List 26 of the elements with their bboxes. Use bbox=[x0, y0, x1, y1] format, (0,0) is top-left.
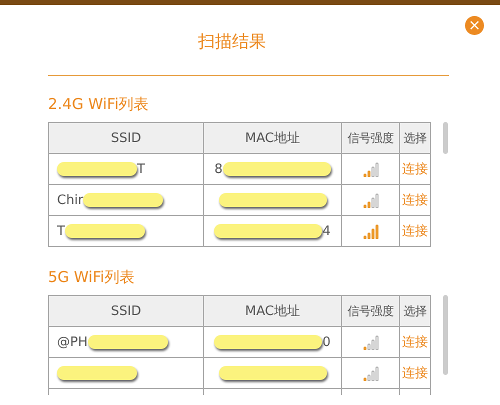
scrollbar-thumb[interactable] bbox=[443, 295, 448, 375]
column-header: MAC地址 bbox=[204, 122, 342, 154]
signal-icon bbox=[362, 334, 378, 350]
column-header: 信号强度 bbox=[342, 122, 400, 154]
signal-icon bbox=[362, 223, 378, 239]
signal-icon bbox=[362, 161, 378, 177]
ssid-text: T bbox=[57, 224, 65, 238]
mac-text: 0 bbox=[322, 334, 331, 350]
column-header: SSID bbox=[48, 296, 204, 326]
signal-icon bbox=[362, 365, 378, 381]
column-header: 信号强度 bbox=[342, 296, 400, 326]
section-title: 2.4G WiFi列表 bbox=[48, 95, 149, 114]
column-header: 选择 bbox=[400, 122, 430, 154]
close-button[interactable]: × bbox=[465, 16, 484, 35]
section-title: 5G WiFi列表 bbox=[48, 268, 134, 287]
mac-text: 4 bbox=[322, 224, 331, 238]
scrollbar-thumb[interactable] bbox=[443, 122, 448, 154]
ssid-text: Chir bbox=[57, 192, 84, 208]
column-header: MAC地址 bbox=[204, 296, 342, 326]
ssid-text: T bbox=[137, 162, 145, 176]
column-header: 选择 bbox=[400, 296, 430, 326]
column-header: SSID bbox=[48, 122, 204, 154]
dialog-title: 扫描结果 bbox=[198, 31, 266, 54]
signal-icon bbox=[362, 192, 378, 208]
ssid-text: @PH bbox=[57, 334, 88, 350]
mac-text: 8 bbox=[214, 162, 223, 176]
